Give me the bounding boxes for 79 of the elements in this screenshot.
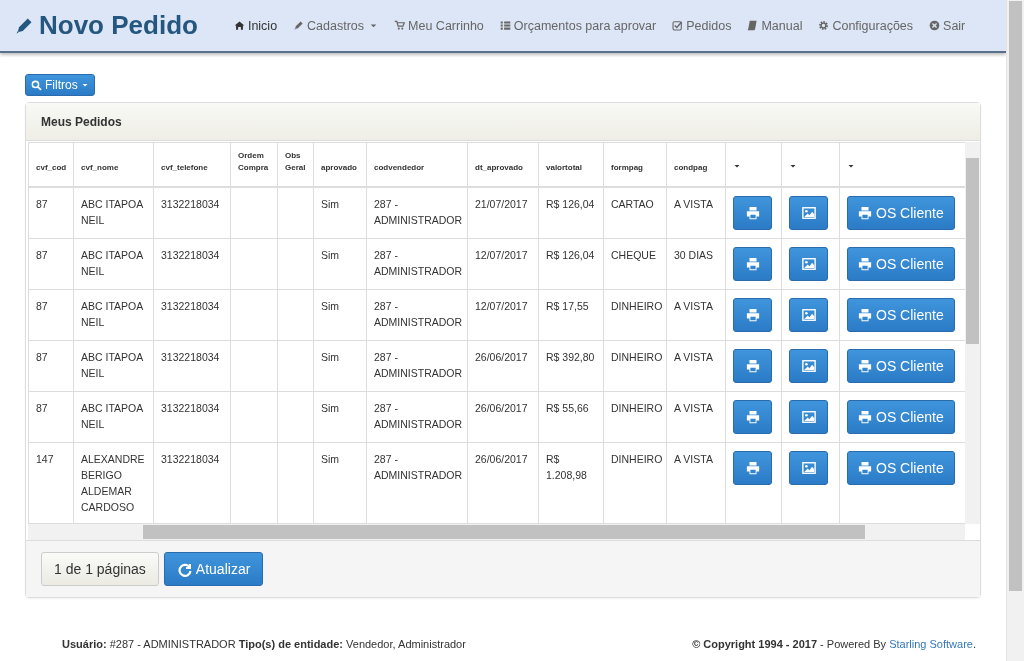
- brand-title[interactable]: Novo Pedido: [39, 10, 198, 41]
- table-cell-text: DINHEIRO: [611, 401, 661, 416]
- os-cliente-button[interactable]: OS Cliente: [847, 349, 955, 383]
- table-cell-text: A VISTA: [674, 401, 714, 416]
- table-cell-text: 3132218034: [161, 452, 221, 467]
- os-cliente-button[interactable]: OS Cliente: [847, 247, 955, 281]
- os-cliente-button[interactable]: OS Cliente: [847, 451, 955, 485]
- table-cell-text: 287 - ADMINISTRADOR: [374, 197, 462, 228]
- table-cell-text: Sim: [321, 197, 341, 212]
- table-cell-text: 147: [36, 452, 55, 467]
- table-cell-text: 87: [36, 350, 49, 365]
- table-cell-text: 287 - ADMINISTRADOR: [374, 248, 462, 279]
- filter-button[interactable]: Filtros: [25, 74, 95, 96]
- table-cell-text: ABC ITAPOA NEIL: [81, 401, 144, 432]
- table-cell-text: R$ 126,04: [546, 248, 596, 263]
- table-cell-text: R$ 17,55: [546, 299, 590, 314]
- table-cell-text: ABC ITAPOA NEIL: [81, 248, 144, 279]
- table-cell-text: A VISTA: [674, 452, 714, 467]
- table-cell-text: 30 DIAS: [674, 248, 715, 263]
- column-header[interactable]: condpag: [674, 162, 719, 174]
- table-cell-text: Sim: [321, 401, 341, 416]
- table-cell-text: DINHEIRO: [611, 452, 661, 467]
- os-cliente-button[interactable]: OS Cliente: [847, 298, 955, 332]
- table-cell-text: 12/07/2017: [475, 248, 529, 263]
- table-cell-text: 87: [36, 401, 49, 416]
- table-cell-text: A VISTA: [674, 299, 714, 314]
- column-header[interactable]: aprovado: [321, 162, 360, 174]
- os-cliente-button[interactable]: OS Cliente: [847, 196, 955, 230]
- table-cell-text: ABC ITAPOA NEIL: [81, 197, 144, 228]
- table-cell-text: 87: [36, 299, 49, 314]
- table-cell-text: A VISTA: [674, 350, 714, 365]
- table-cell-text: 3132218034: [161, 299, 221, 314]
- user-info-text: Usuário: #287 - ADMINISTRADOR Tipo(s) de entidade: Vendedor, Administrador: [62, 638, 466, 650]
- table-cell-text: 287 - ADMINISTRADOR: [374, 350, 462, 381]
- os-cliente-button[interactable]: OS Cliente: [847, 400, 955, 434]
- table-cell-text: A VISTA: [674, 197, 714, 212]
- table-cell-text: 287 - ADMINISTRADOR: [374, 401, 462, 432]
- table-cell-text: R$ 126,04: [546, 197, 596, 212]
- table-cell-text: R$ 392,80: [546, 350, 596, 365]
- refresh-button[interactable]: Atualizar: [163, 552, 264, 586]
- table-cell-text: 287 - ADMINISTRADOR: [374, 452, 462, 483]
- table-cell-text: 87: [36, 197, 49, 212]
- nav-link[interactable]: Meu Carrinho: [386, 15, 492, 36]
- table-cell-text: 26/06/2017: [475, 350, 529, 365]
- table-cell-text: 3132218034: [161, 350, 221, 365]
- table-cell-text: DINHEIRO: [611, 299, 661, 314]
- table-cell-text: ABC ITAPOA NEIL: [81, 350, 144, 381]
- column-header[interactable]: cvf_cod: [36, 162, 67, 174]
- table-cell-text: Sim: [321, 248, 341, 263]
- starling-software-link[interactable]: Starling Software: [889, 638, 973, 650]
- table-cell-text: R$ 55,66: [546, 401, 590, 416]
- table-cell-text: Sim: [321, 299, 341, 314]
- table-cell-text: R$ 1.208,98: [546, 452, 588, 483]
- table-cell-text: 12/07/2017: [475, 299, 529, 314]
- table-cell-text: ALEXANDRE BERIGO ALDEMAR CARDOSO: [81, 452, 146, 515]
- panel-title: Meus Pedidos: [41, 114, 122, 129]
- table-cell-text: 3132218034: [161, 248, 221, 263]
- table-cell-text: CHEQUE: [611, 248, 657, 263]
- table-cell-text: 287 - ADMINISTRADOR: [374, 299, 462, 330]
- table-cell-text: 21/07/2017: [475, 197, 529, 212]
- table-cell-text: 26/06/2017: [475, 452, 529, 467]
- nav-link[interactable]: Cadastros: [285, 15, 387, 36]
- table-cell-text: 3132218034: [161, 401, 221, 416]
- table-cell-text: 87: [36, 248, 49, 263]
- nav-link[interactable]: Inicio: [225, 15, 286, 36]
- table-cell-text: Sim: [321, 350, 341, 365]
- nav-link[interactable]: Orçamentos para aprovar: [491, 15, 665, 36]
- nav-link[interactable]: Sair: [921, 15, 974, 36]
- table-cell-text: Sim: [321, 452, 341, 467]
- table-cell-text: ABC ITAPOA NEIL: [81, 299, 144, 330]
- copyright-text: © Copyright 1994 - 2017 - Powered By Starling Software.: [692, 638, 976, 650]
- nav-link[interactable]: Configurações: [810, 15, 922, 36]
- table-cell-text: DINHEIRO: [611, 350, 661, 365]
- table-cell-text: CARTAO: [611, 197, 655, 212]
- pagination-button[interactable]: 1 de 1 páginas: [41, 552, 159, 586]
- table-cell-text: 26/06/2017: [475, 401, 529, 416]
- table-cell-text: 3132218034: [161, 197, 221, 212]
- nav-link[interactable]: Manual: [739, 15, 811, 36]
- nav-link[interactable]: Pedidos: [664, 15, 740, 36]
